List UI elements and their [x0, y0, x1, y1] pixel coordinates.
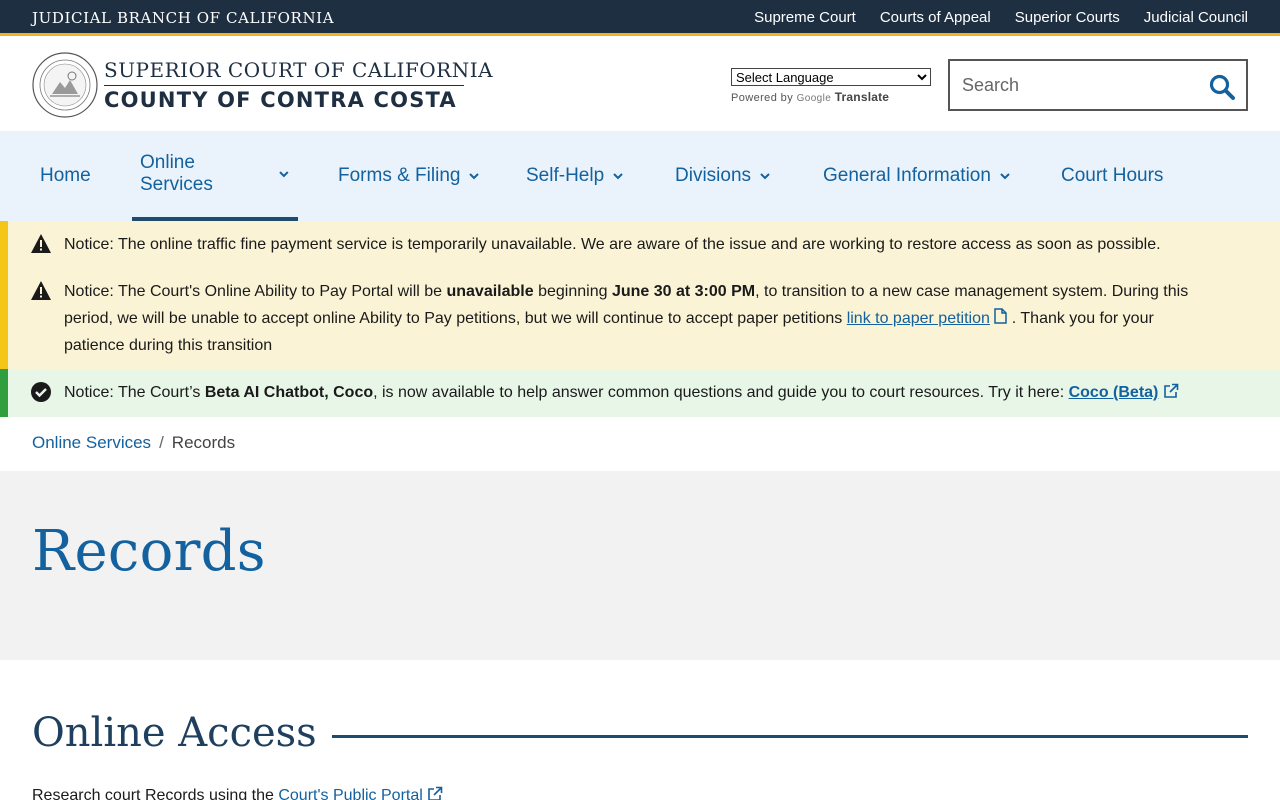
- nav-item-divisions[interactable]: Divisions: [675, 131, 771, 221]
- top-link-courts-of-appeal[interactable]: Courts of Appeal: [880, 9, 991, 26]
- nav-item-general-information[interactable]: General Information: [823, 131, 1011, 221]
- breadcrumb: Online Services / Records: [32, 433, 235, 453]
- chevron-down-icon: [279, 171, 289, 178]
- nav-item-label: General Information: [823, 165, 991, 186]
- nav-item-label: Divisions: [675, 165, 752, 186]
- warning-icon: [31, 234, 51, 253]
- top-links: Supreme Court Courts of Appeal Superior …: [754, 9, 1248, 26]
- notice-text: Notice: The Court’s: [64, 384, 205, 401]
- judicial-branch-bar: JUDICIAL BRANCH OF CALIFORNIA Supreme Co…: [0, 0, 1280, 36]
- notice-bold: unavailable: [446, 283, 534, 300]
- notice-bold: June 30 at 3:00 PM: [611, 283, 756, 300]
- chevron-down-icon: [1000, 173, 1010, 180]
- nav-item-online-services[interactable]: Online Services: [132, 131, 298, 221]
- nav-item-self-help[interactable]: Self-Help: [526, 131, 624, 221]
- google-logo[interactable]: Google: [797, 93, 832, 104]
- site-header: SUPERIOR COURT OF CALIFORNIA COUNTY OF C…: [0, 39, 1280, 131]
- page-title: Records: [32, 519, 266, 584]
- search-icon[interactable]: [1208, 73, 1236, 101]
- warning-icon: [31, 281, 51, 300]
- notice-text: Notice: The Court's Online Ability to Pa…: [64, 283, 447, 300]
- paper-petition-link[interactable]: link to paper petition: [847, 310, 990, 327]
- external-link-icon: [428, 786, 443, 800]
- powered-by-label: Powered by: [731, 92, 794, 104]
- chevron-down-icon: [760, 173, 770, 180]
- success-notice: Notice: The Court’s Beta AI Chatbot, Coc…: [0, 369, 1280, 417]
- court-seal-logo[interactable]: [32, 52, 98, 118]
- notice-ability-to-pay: Notice: The Court's Online Ability to Pa…: [64, 278, 1204, 359]
- nav-item-label: Court Hours: [1061, 165, 1164, 186]
- top-link-judicial-council[interactable]: Judicial Council: [1144, 9, 1248, 26]
- nav-item-label: Home: [40, 165, 91, 186]
- notice-chatbot: Notice: The Court’s Beta AI Chatbot, Coc…: [64, 379, 1204, 406]
- nav-item-label: Forms & Filing: [338, 165, 461, 186]
- top-link-superior-courts[interactable]: Superior Courts: [1015, 9, 1120, 26]
- court-title-line2: COUNTY OF CONTRA COSTA: [104, 88, 457, 112]
- nav-item-forms-filing[interactable]: Forms & Filing: [338, 131, 480, 221]
- document-icon: [994, 308, 1008, 324]
- search-box: [948, 59, 1248, 111]
- check-circle-icon: [31, 382, 51, 402]
- notice-text: , is now available to help answer common…: [373, 384, 1069, 401]
- chevron-down-icon: [469, 173, 480, 180]
- external-link-icon: [1164, 383, 1179, 398]
- public-portal-link[interactable]: Court's Public Portal: [278, 787, 422, 800]
- notice-text: beginning: [533, 283, 612, 300]
- section-rule: [332, 735, 1248, 738]
- language-selector: Select Language: [731, 68, 931, 87]
- para-text: Research court Records using the: [32, 787, 279, 800]
- online-access-paragraph: Research court Records using the Court's…: [32, 786, 443, 800]
- search-input[interactable]: [962, 73, 1202, 97]
- judicial-branch-title: JUDICIAL BRANCH OF CALIFORNIA: [32, 9, 335, 27]
- court-title-line1: SUPERIOR COURT OF CALIFORNIA: [104, 58, 494, 82]
- top-link-supreme-court[interactable]: Supreme Court: [754, 9, 856, 26]
- paper-petition-link-label: link to paper petition: [846, 310, 990, 327]
- breadcrumb-current: Records: [171, 433, 236, 452]
- chevron-down-icon: [613, 173, 623, 180]
- nav-item-label: Online Services: [140, 152, 213, 195]
- notice-traffic-fine: Notice: The online traffic fine payment …: [64, 236, 1161, 253]
- nav-item-label: Self-Help: [526, 165, 605, 186]
- warning-notices: Notice: The online traffic fine payment …: [0, 221, 1280, 369]
- nav-item-home[interactable]: Home: [40, 131, 91, 221]
- page-hero: Records: [0, 471, 1280, 660]
- translate-label: Translate: [834, 90, 890, 104]
- coco-beta-link[interactable]: Coco (Beta): [1069, 384, 1159, 401]
- notice-bold: Beta AI Chatbot, Coco: [204, 384, 374, 401]
- coco-beta-link-label: Coco (Beta): [1068, 384, 1159, 401]
- section-title-online-access: Online Access: [32, 710, 317, 756]
- powered-by-google-translate: Powered by Google Translate: [731, 90, 889, 104]
- language-select[interactable]: Select Language: [731, 68, 931, 86]
- breadcrumb-separator: /: [159, 433, 164, 452]
- breadcrumb-online-services[interactable]: Online Services: [32, 433, 151, 452]
- nav-item-court-hours[interactable]: Court Hours: [1061, 131, 1163, 221]
- header-rule: [104, 85, 464, 86]
- main-nav: Home Online Services Forms & Filing Self…: [0, 131, 1280, 221]
